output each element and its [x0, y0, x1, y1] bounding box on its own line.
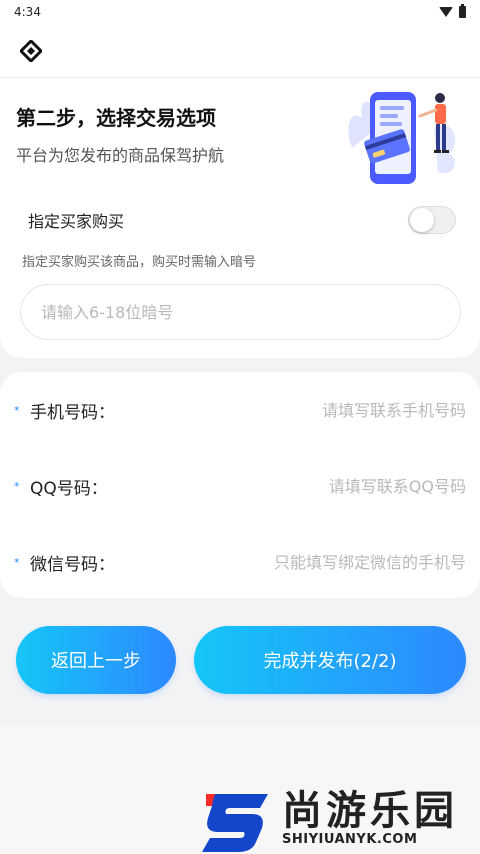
phone-payment-illustration	[348, 92, 456, 184]
app-bar	[0, 24, 480, 78]
designated-buyer-hint: 指定买家购买该商品，购买时需输入暗号	[22, 255, 257, 270]
designated-buyer-toggle[interactable]	[408, 206, 456, 234]
diamond-logo-icon[interactable]	[16, 36, 46, 66]
status-time: 4:34	[14, 5, 41, 19]
status-bar: 4:34	[0, 0, 480, 24]
phone-input[interactable]	[216, 394, 466, 426]
qq-row: * QQ号码：	[0, 466, 480, 506]
required-star-icon: *	[14, 480, 20, 493]
submit-button[interactable]: 完成并发布(2/2)	[194, 626, 466, 694]
battery-icon	[459, 4, 466, 18]
wifi-icon	[439, 7, 453, 17]
watermark-logo-icon	[202, 794, 268, 852]
qq-label: QQ号码：	[30, 479, 108, 499]
required-star-icon: *	[14, 556, 20, 569]
toggle-knob	[410, 208, 434, 232]
watermark-en: SHIYIUANYK.COM	[282, 832, 418, 847]
step-title: 第二步，选择交易选项	[16, 106, 216, 130]
watermark: 尚游乐园 SHIYIUANYK.COM	[196, 772, 480, 854]
step-subtitle: 平台为您发布的商品保驾护航	[16, 146, 225, 165]
wechat-row: * 微信号码：	[0, 542, 480, 582]
contact-info-card: * 手机号码： * QQ号码： * 微信号码：	[0, 372, 480, 598]
phone-label: 手机号码：	[30, 403, 115, 423]
required-star-icon: *	[14, 404, 20, 417]
trade-options-card: 第二步，选择交易选项 平台为您发布的商品保驾护航 指定买家购买 指定买家购买该商…	[0, 78, 480, 358]
watermark-cn: 尚游乐园	[282, 788, 458, 834]
system-icons	[439, 4, 466, 18]
phone-row: * 手机号码：	[0, 390, 480, 430]
wechat-input[interactable]	[216, 546, 466, 578]
designated-buyer-label: 指定买家购买	[28, 212, 125, 231]
secret-code-input[interactable]	[20, 284, 461, 340]
back-button[interactable]: 返回上一步	[16, 626, 176, 694]
wechat-label: 微信号码：	[30, 555, 115, 575]
qq-input[interactable]	[216, 470, 466, 502]
